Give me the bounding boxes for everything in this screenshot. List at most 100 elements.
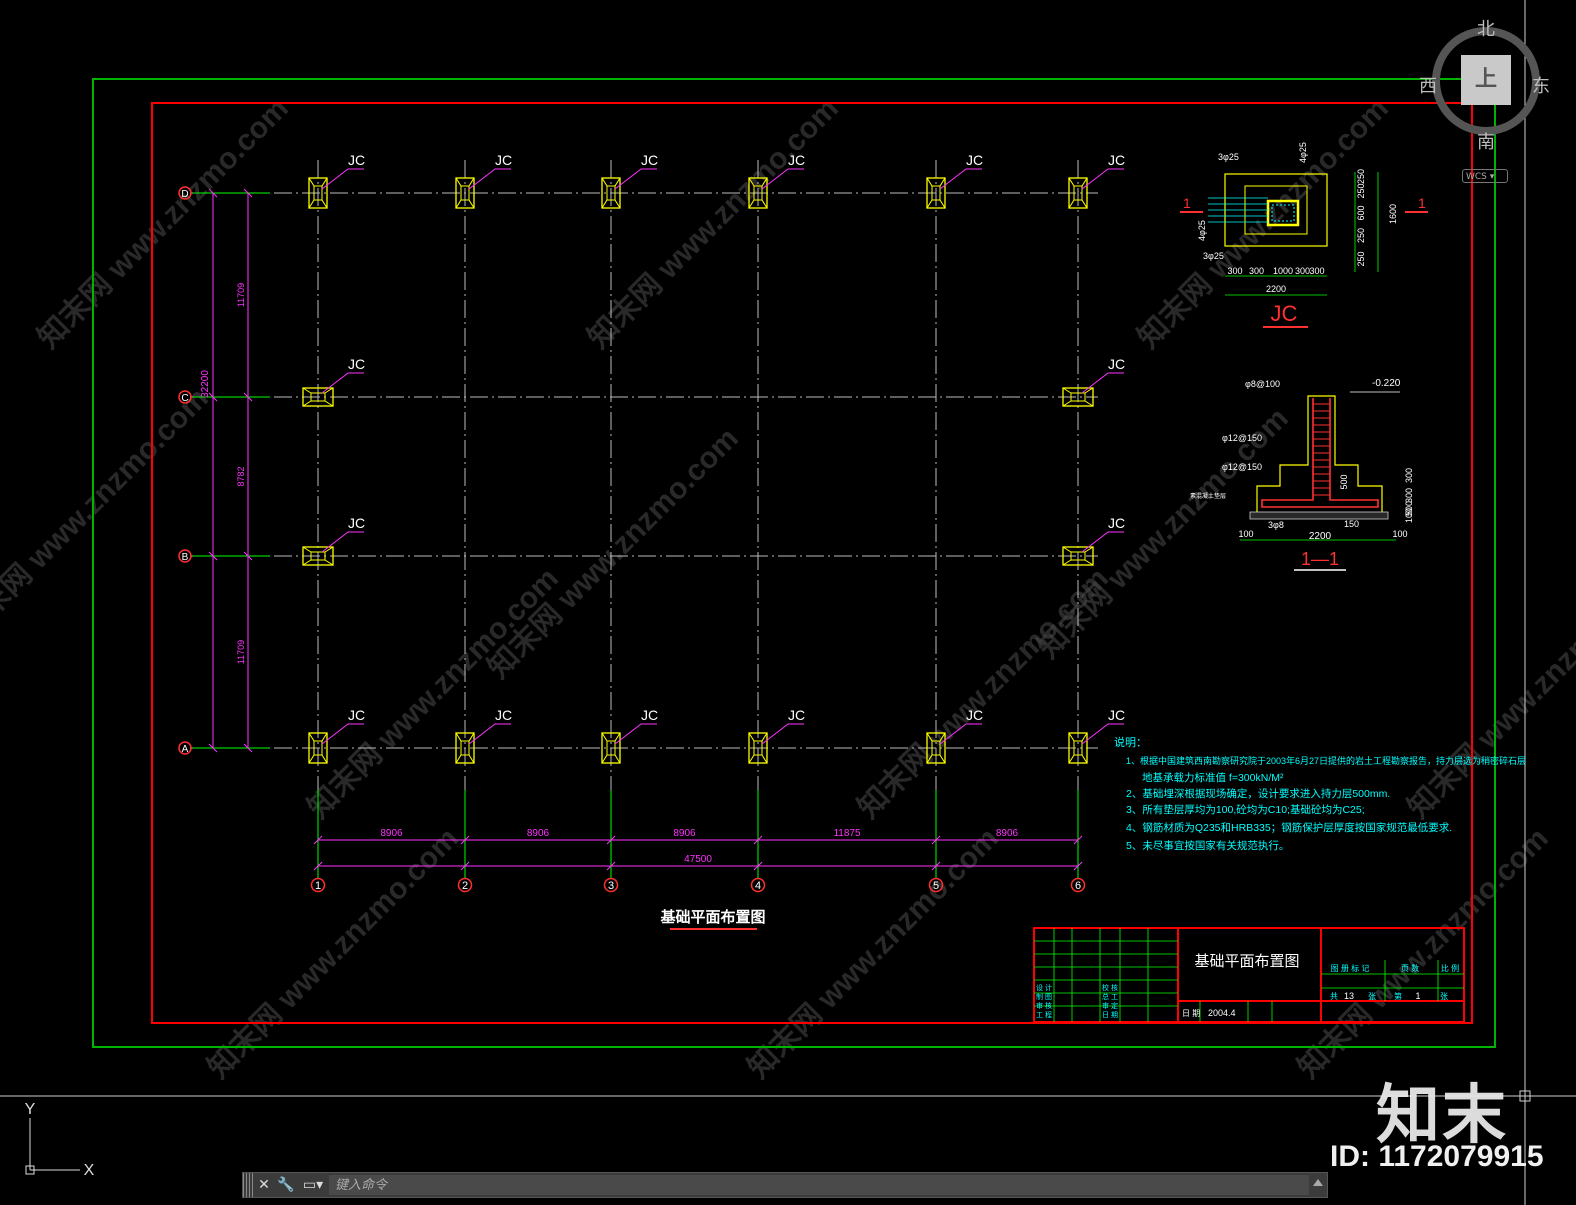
- footing-slope: [302, 387, 312, 394]
- footing-leader: [468, 723, 511, 745]
- footing-slope: [1081, 199, 1088, 209]
- tb-sheet-label: 第: [1394, 991, 1402, 1001]
- watermark-text: 知末网 www.znzmo.com: [32, 92, 295, 355]
- wrench-icon[interactable]: 🔧: [277, 1176, 295, 1194]
- notes-line-2: 地基承载力标准值 f=300kN/M²: [1142, 771, 1284, 784]
- footing-slope: [324, 546, 334, 553]
- dim-text-horizontal: 11875: [833, 828, 861, 839]
- section-label: φ12@150: [1222, 462, 1262, 472]
- jc-dim-text: 300: [1309, 266, 1324, 276]
- footing-jc: JC: [455, 152, 512, 209]
- footing-jc: JC: [302, 356, 365, 407]
- jc-dim-text: 300: [1295, 266, 1310, 276]
- viewcube-north-label[interactable]: 北: [1477, 15, 1495, 41]
- scroll-up-icon[interactable]: [1313, 1179, 1323, 1186]
- watermark-text: 知末网 www.znzmo.com: [852, 562, 1115, 825]
- role-label: 总 工: [1102, 992, 1118, 1001]
- footing-slope: [761, 732, 768, 742]
- drag-handle-icon[interactable]: [243, 1173, 253, 1197]
- wcs-label: WCS: [1466, 172, 1487, 182]
- footing-jc: JC: [308, 152, 365, 209]
- section-dim-text: 100: [1404, 508, 1414, 523]
- footing-jc: JC: [1062, 356, 1125, 407]
- viewcube-south-label[interactable]: 南: [1477, 128, 1495, 154]
- jc-dim-text: 250: [1356, 228, 1366, 243]
- watermark-text: 知末网 www.znzmo.com: [582, 92, 845, 355]
- ucs-x-label: X: [84, 1162, 95, 1179]
- footing-slope: [601, 177, 608, 187]
- footing-leader: [468, 168, 511, 190]
- date-label: 日 期: [1182, 1009, 1200, 1018]
- axis-number-2: 2: [462, 880, 468, 892]
- footing-label: JC: [641, 707, 658, 723]
- footing-slope: [761, 754, 768, 764]
- footing-slope: [748, 732, 755, 742]
- date-value: 2004.4: [1208, 1008, 1236, 1018]
- tb-total-label: 共: [1330, 992, 1338, 1001]
- jc-dim-total: 1600: [1388, 204, 1398, 224]
- tb-sheet-no: 1: [1415, 991, 1420, 1001]
- footing-slope: [308, 199, 315, 209]
- footing-slope: [601, 754, 608, 764]
- watermark-id: ID: 1172079915: [1330, 1140, 1544, 1173]
- tb-unit: 张: [1368, 992, 1376, 1001]
- section-dim-text: 300: [1404, 468, 1414, 483]
- axis-letter-D: D: [181, 189, 188, 200]
- section-dim-text: 500: [1339, 474, 1349, 489]
- footing-slope: [601, 199, 608, 209]
- rebar-label: 3φ25: [1218, 152, 1239, 162]
- tb-unit: 张: [1440, 992, 1448, 1001]
- footing-label: JC: [1108, 707, 1125, 723]
- axis-number-1: 1: [315, 880, 321, 892]
- footing-jc: JC: [748, 707, 805, 764]
- axis-letter-B: B: [182, 552, 189, 563]
- watermark-text: 知末网 www.znzmo.com: [0, 382, 215, 645]
- footing-slope: [761, 199, 768, 209]
- section-mark-right: 1: [1418, 195, 1426, 211]
- footing-leader: [321, 372, 364, 394]
- footing-slope: [455, 177, 462, 187]
- command-history-icon[interactable]: ▭▾: [301, 1176, 325, 1194]
- wcs-dropdown[interactable]: WCS ▾: [1462, 169, 1508, 183]
- watermark-text: 知末网 www.znzmo.com: [1402, 562, 1576, 825]
- role-label: 校 核: [1102, 983, 1118, 992]
- footing-leader: [1081, 531, 1124, 553]
- command-line-bar: ✕ 🔧 ▭▾: [242, 1172, 1328, 1198]
- viewcube-west-label[interactable]: 西: [1419, 72, 1437, 98]
- footing-slope: [1062, 400, 1072, 407]
- footing-label: JC: [1108, 356, 1125, 372]
- footing-slope: [926, 177, 933, 187]
- section-label: φ8@100: [1245, 379, 1280, 389]
- command-input[interactable]: [329, 1175, 1309, 1195]
- cad-model-space[interactable]: 知末网 www.znzmo.com 知末网 www.znzmo.com 知末网 ww…: [0, 0, 1576, 1205]
- close-icon[interactable]: ✕: [255, 1176, 273, 1194]
- footing-slope: [939, 199, 946, 209]
- role-label: 审 核: [1036, 1001, 1052, 1010]
- section-blinding: [1249, 511, 1389, 520]
- axis-number-4: 4: [755, 880, 761, 892]
- footing-label: JC: [348, 707, 365, 723]
- footing-slope: [302, 559, 312, 566]
- watermark-text: 知末网 www.znzmo.com: [742, 822, 1005, 1085]
- footing-slope: [1068, 754, 1075, 764]
- footing-leader: [321, 723, 364, 745]
- tb-header: 比 例: [1441, 963, 1459, 973]
- footing-slope: [455, 199, 462, 209]
- jc-detail-title: JC: [1271, 301, 1298, 326]
- tb-total-pages: 13: [1344, 991, 1354, 1001]
- tb-header: 页 数: [1401, 963, 1419, 973]
- footing-leader: [1081, 372, 1124, 394]
- footing-slope: [1068, 732, 1075, 742]
- jc-dim-total: 2200: [1266, 284, 1286, 294]
- section-label: 150: [1344, 519, 1359, 529]
- dim-text-vertical: 11709: [236, 283, 246, 307]
- footing-slope: [468, 177, 475, 187]
- footing-slope: [455, 732, 462, 742]
- rebar-label: 4φ25: [1197, 220, 1207, 241]
- dim-text-vertical: 11709: [236, 640, 246, 664]
- notes-line-1: 1、根据中国建筑西南勘察研究院于2003年6月27日提供的岩土工程勘察报告，持力…: [1126, 755, 1526, 766]
- section-dim-text: 2200: [1309, 531, 1332, 542]
- watermark-text: 知末网 www.znzmo.com: [202, 822, 465, 1085]
- viewcube-top-face[interactable]: 上: [1461, 55, 1511, 105]
- viewcube-east-label[interactable]: 东: [1532, 72, 1550, 98]
